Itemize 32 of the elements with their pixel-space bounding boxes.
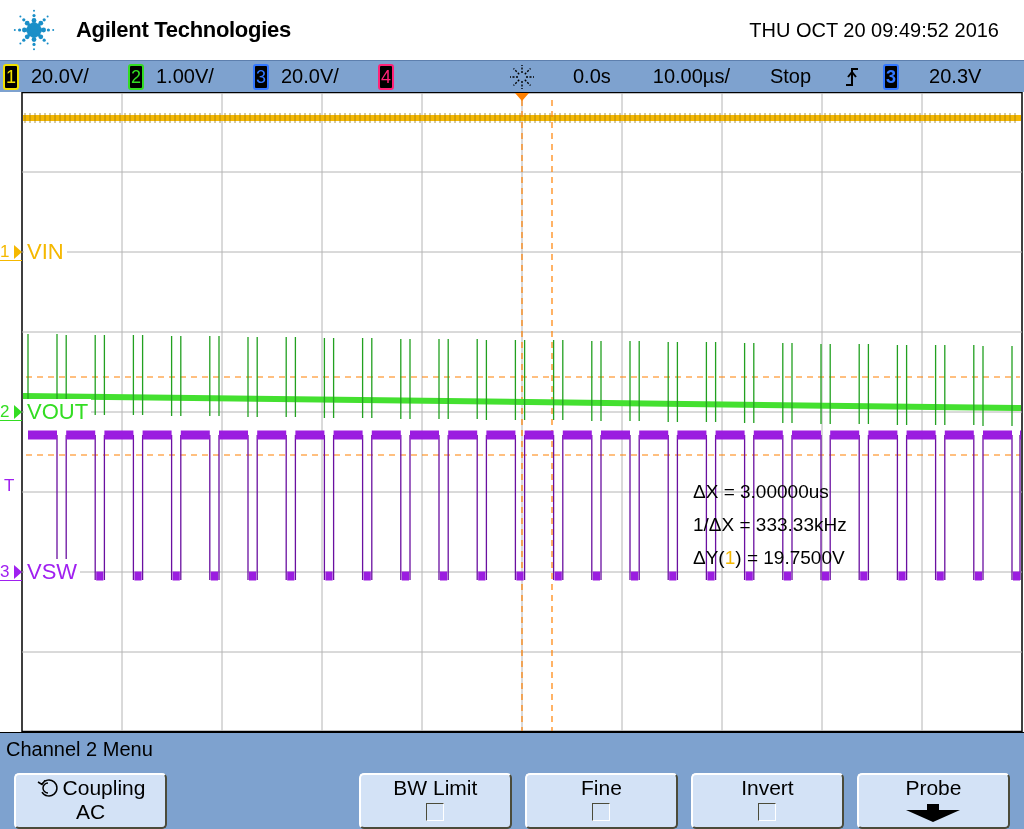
checkbox[interactable] xyxy=(758,803,777,821)
rising-edge-icon xyxy=(845,66,860,87)
channel-arrow-icon xyxy=(14,565,22,579)
trigger-position-icon xyxy=(509,63,535,90)
trigger-level-marker: T xyxy=(4,476,15,496)
trigger-level: 20.3V xyxy=(929,65,982,88)
menu-title: Channel 2 Menu xyxy=(6,737,154,762)
channel-number[interactable]: 1 xyxy=(3,63,19,90)
date-time: THU OCT 20 09:49:52 2016 xyxy=(749,18,999,42)
softkey-button[interactable]: BW Limit xyxy=(358,773,512,829)
cycle-arrows-icon xyxy=(35,777,60,799)
time-position: 0.0s xyxy=(573,65,611,88)
softkey-button[interactable]: Coupling AC xyxy=(14,773,168,829)
channel-number[interactable]: 2 xyxy=(128,63,144,90)
checkbox[interactable] xyxy=(426,803,445,821)
volts-per-div: 20.0V/ xyxy=(31,65,89,88)
channel-arrow-icon xyxy=(14,405,22,419)
starburst-logo-icon xyxy=(12,8,56,52)
channel-number[interactable]: 3 xyxy=(253,63,269,90)
trigger-source[interactable]: 3 xyxy=(883,63,900,90)
softkey-button[interactable]: Invert xyxy=(690,773,844,829)
run-state: Stop xyxy=(769,65,812,88)
volts-per-div: 1.00V/ xyxy=(156,65,214,88)
time-per-div: 10.00µs/ xyxy=(652,65,730,88)
brand-name: Agilent Technologies xyxy=(76,17,291,43)
volts-per-div: 20.0V/ xyxy=(281,65,339,88)
channel-arrow-icon xyxy=(14,245,22,259)
softkey-button[interactable]: Probe xyxy=(856,773,1010,829)
checkbox[interactable] xyxy=(592,803,611,821)
channel-number[interactable]: 4 xyxy=(378,63,394,90)
down-arrow-icon xyxy=(906,804,961,822)
softkey-button[interactable]: Fine xyxy=(524,773,678,829)
